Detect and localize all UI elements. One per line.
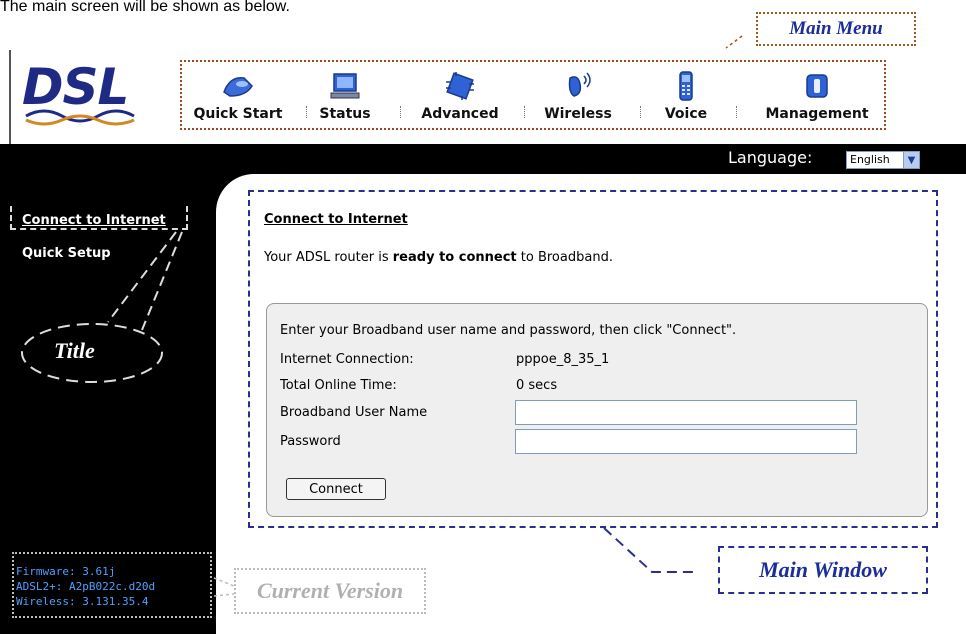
annotation-connectors bbox=[107, 35, 743, 597]
